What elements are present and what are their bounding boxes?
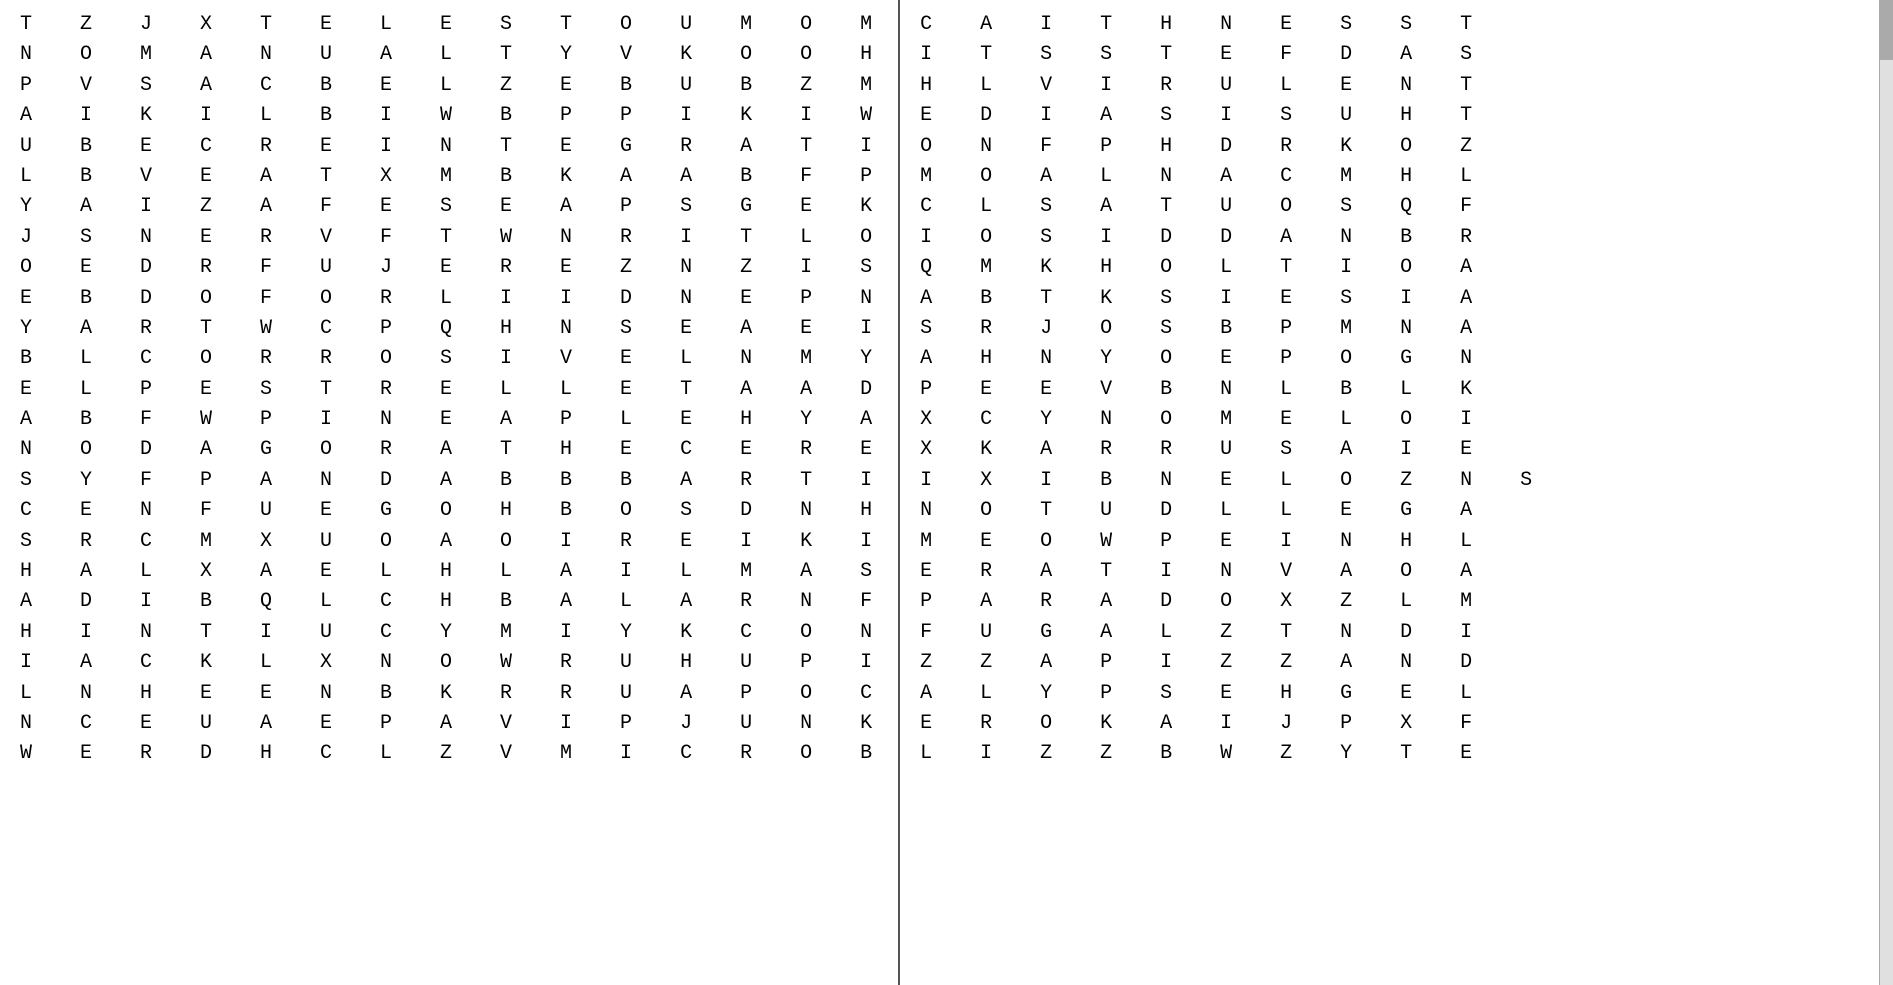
grid-row: N O M A N U A L T Y V K O O H I T S S T … (20, 40, 878, 70)
grid-row: S R C M X U O A O I R E I K I M E O W P … (20, 527, 878, 557)
grid-row: A D I B Q L C H B A L A R N F P A R A D … (20, 587, 878, 617)
word-search-grid: T Z J X T E L E S T O U M O M C A I T H … (0, 0, 900, 985)
grid-row: H A L X A E L H L A I L M A S E R A T I … (20, 557, 878, 587)
scrollbar-thumb[interactable] (1880, 0, 1893, 60)
grid-row: Y A R T W C P Q H N S E A E I S R J O S … (20, 314, 878, 344)
grid-row: L N H E E N B K R R U A P O C A L Y P S … (20, 679, 878, 709)
grid-row: N O D A G O R A T H E C E R E X K A R R … (20, 435, 878, 465)
grid-row: W E R D H C L Z V M I C R O B L I Z Z B … (20, 739, 878, 769)
grid-row: E B D O F O R L I I D N E P N A B T K S … (20, 284, 878, 314)
grid-row: Y A I Z A F E S E A P S G E K C L S A T … (20, 192, 878, 222)
grid-row: A B F W P I N E A P L E H Y A X C Y N O … (20, 405, 878, 435)
grid-row: E L P E S T R E L L E T A A D P E E V B … (20, 375, 878, 405)
grid-row: C E N F U E G O H B O S D N H N O T U D … (20, 496, 878, 526)
grid-row: J S N E R V F T W N R I T L O I O S I D … (20, 223, 878, 253)
grid-row: U B E C R E I N T E G R A T I O N F P H … (20, 132, 878, 162)
grid-row: S Y F P A N D A B B B A R T I I X I B N … (20, 466, 878, 496)
grid-row: T Z J X T E L E S T O U M O M C A I T H … (20, 10, 878, 40)
grid-row: L B V E A T X M B K A A B F P M O A L N … (20, 162, 878, 192)
grid-row: O E D R F U J E R E Z N Z I S Q M K H O … (20, 253, 878, 283)
grid-content: T Z J X T E L E S T O U M O M C A I T H … (20, 10, 878, 770)
grid-row: A I K I L B I W B P P I K I W E D I A S … (20, 101, 878, 131)
grid-row: N C E U A E P A V I P J U N K E R O K A … (20, 709, 878, 739)
word-list-panel (900, 0, 1893, 985)
grid-row: I A C K L X N O W R U H U P I Z Z A P I … (20, 648, 878, 678)
scrollbar-track[interactable] (1879, 0, 1893, 985)
grid-row: B L C O R R O S I V E L N M Y A H N Y O … (20, 344, 878, 374)
grid-row: H I N T I U C Y M I Y K C O N F U G A L … (20, 618, 878, 648)
grid-row: P V S A C B E L Z E B U B Z M H L V I R … (20, 71, 878, 101)
